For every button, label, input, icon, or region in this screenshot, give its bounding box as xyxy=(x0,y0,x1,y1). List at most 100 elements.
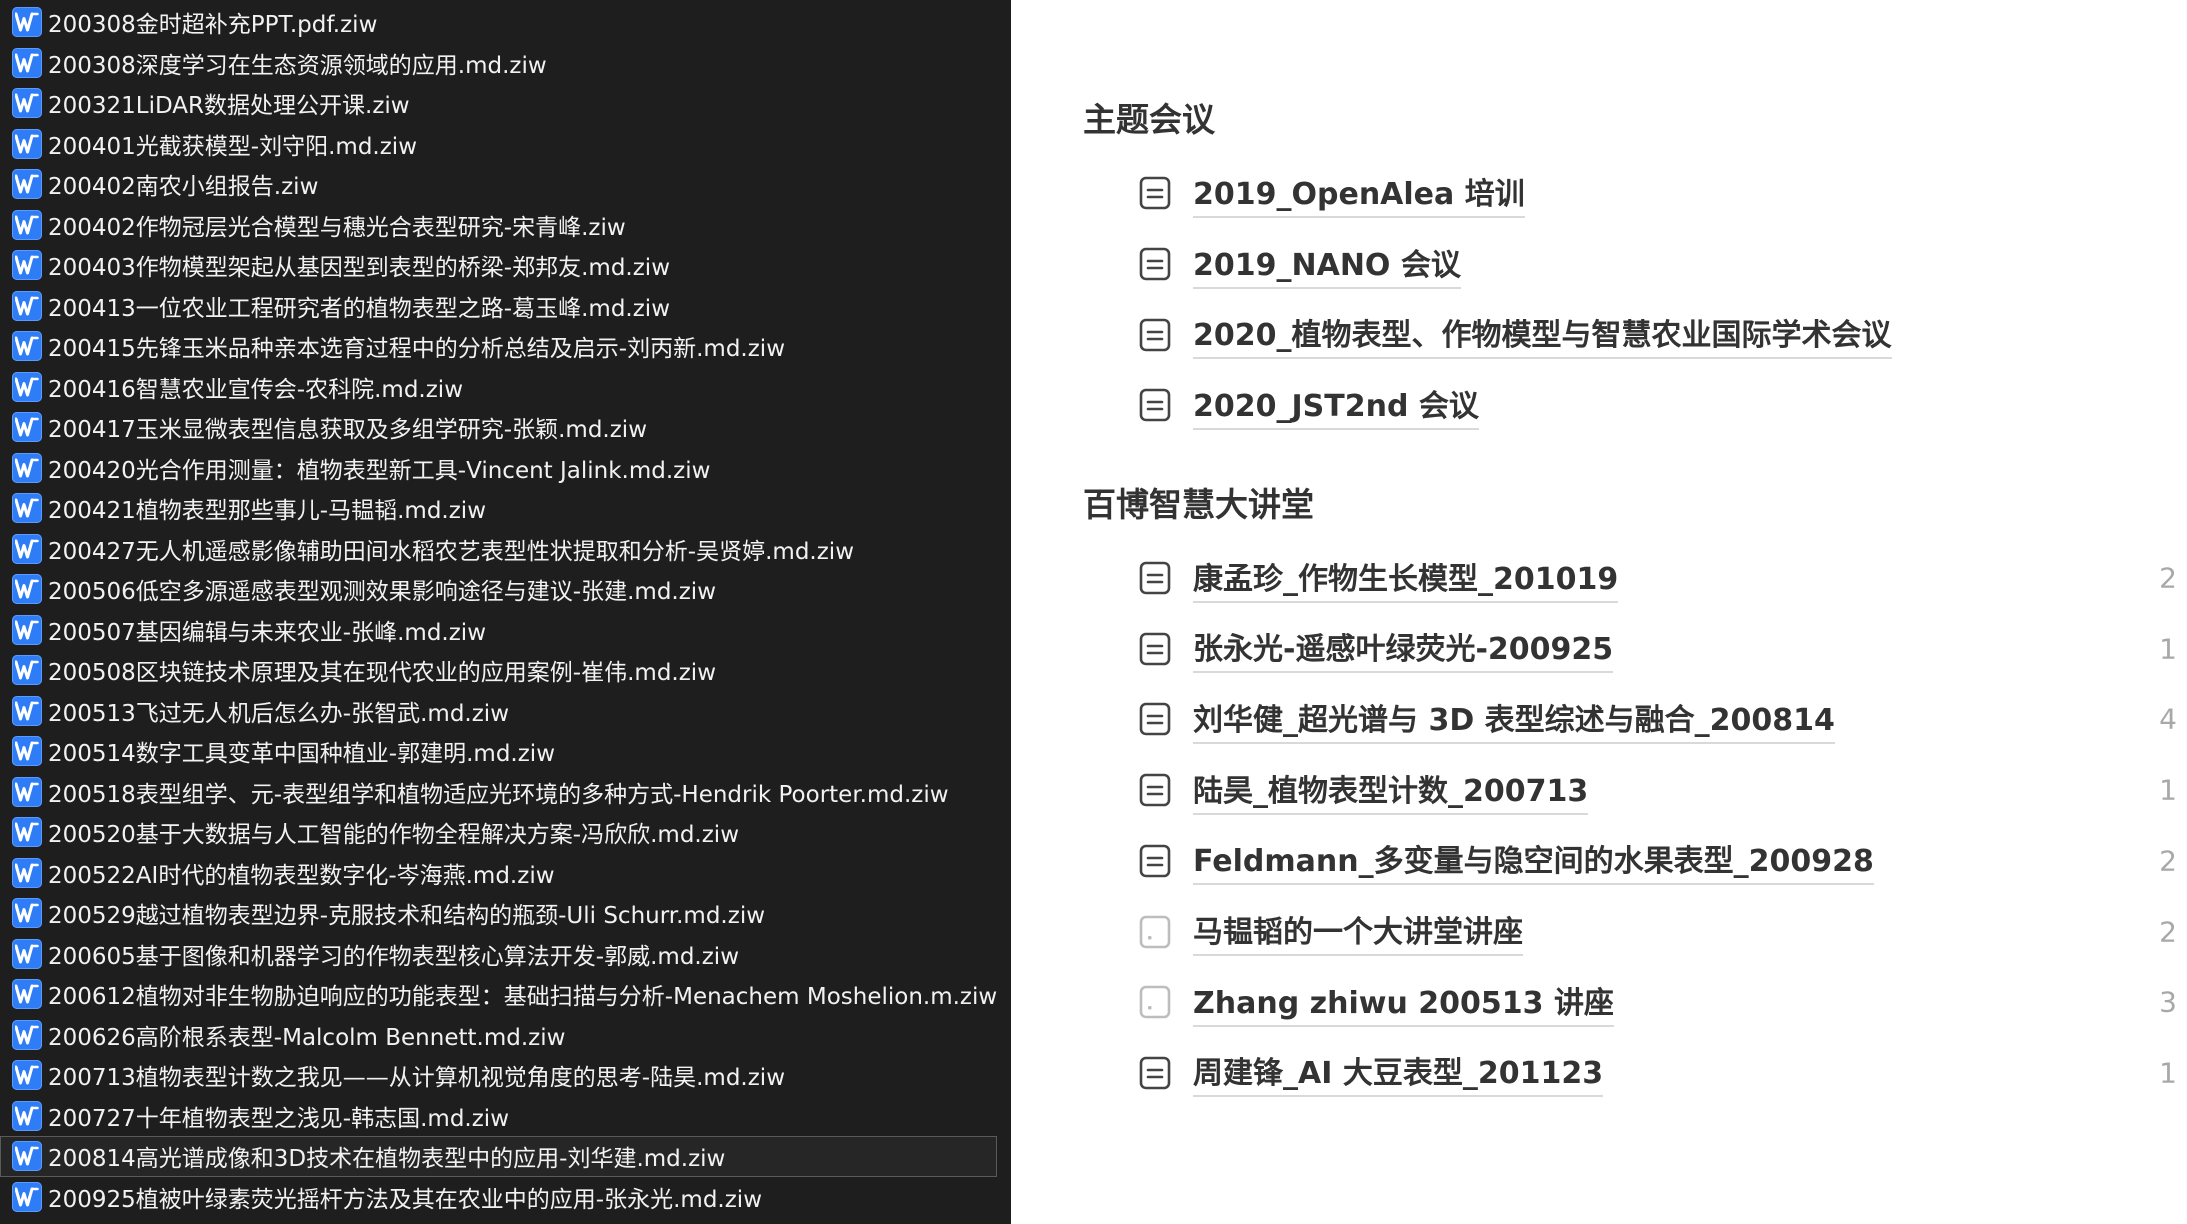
note-link[interactable]: 2020_JST2nd 会议 xyxy=(1193,381,1479,430)
file-list-item[interactable]: 200626高阶根系表型-Malcolm Bennett.md.ziw xyxy=(0,1015,997,1056)
file-list-item[interactable]: 200421植物表型那些事儿-马韫韬.md.ziw xyxy=(0,488,997,529)
file-name: 200427无人机遥感影像辅助田间水稻农艺表型性状提取和分析-吴贤婷.md.zi… xyxy=(48,538,854,565)
file-list-item[interactable]: 200814高光谱成像和3D技术在植物表型中的应用-刘华建.md.ziw xyxy=(0,1136,997,1177)
note-link[interactable]: 马韫韬的一个大讲堂讲座 xyxy=(1193,907,1523,957)
file-name: 200925植被叶绿素荧光摇杆方法及其在农业中的应用-张永光.md.ziw xyxy=(48,1186,762,1213)
file-name: 200713植物表型计数之我见——从计算机视觉角度的思考-陆昊.md.ziw xyxy=(48,1065,785,1092)
note-link[interactable]: 周建锋_AI 大豆表型_201123 xyxy=(1193,1048,1604,1098)
note-list-item: 周建锋_AI 大豆表型_201123 1 xyxy=(1083,1038,2187,1109)
word-document-icon xyxy=(12,776,42,807)
file-list-item[interactable]: 200415先锋玉米品种亲本选育过程中的分析总结及启示-刘丙新.md.ziw xyxy=(0,326,997,367)
file-list-item[interactable]: 200713植物表型计数之我见——从计算机视觉角度的思考-陆昊.md.ziw xyxy=(0,1055,997,1096)
note-link[interactable]: 2019_NANO 会议 xyxy=(1193,240,1461,289)
note-link-list: 2019_OpenAlea 培训 2019_NANO 会议 2020_植物表型、作物… xyxy=(1083,158,2187,441)
file-list-item[interactable]: 200529越过植物表型边界-克服技术和结构的瓶颈-Uli Schurr.md.… xyxy=(0,893,997,934)
document-icon xyxy=(1139,773,1171,807)
file-list-item[interactable]: 200507基因编辑与未来农业-张峰.md.ziw xyxy=(0,610,997,651)
file-list-item[interactable]: 200416智慧农业宣传会-农科院.md.ziw xyxy=(0,367,997,408)
file-list-item[interactable]: 200401光截获模型-刘守阳.md.ziw xyxy=(0,124,997,165)
word-document-icon xyxy=(12,614,42,645)
word-document-icon xyxy=(12,898,42,929)
empty-document-icon xyxy=(1139,985,1171,1019)
file-name: 200507基因编辑与未来农业-张峰.md.ziw xyxy=(48,619,486,646)
word-document-icon xyxy=(12,169,42,200)
file-list-item[interactable]: 200925植被叶绿素荧光摇杆方法及其在农业中的应用-张永光.md.ziw xyxy=(0,1177,997,1218)
word-document-icon xyxy=(12,7,42,38)
file-list-item[interactable]: 200522AI时代的植物表型数字化-岑海燕.md.ziw xyxy=(0,853,997,894)
word-document-icon xyxy=(12,1141,42,1172)
word-document-icon xyxy=(12,452,42,483)
file-name: 200518表型组学、元-表型组学和植物适应光环境的多种方式-Hendrik P… xyxy=(48,781,949,808)
file-list-item[interactable]: 200413一位农业工程研究者的植物表型之路-葛玉峰.md.ziw xyxy=(0,286,997,327)
document-icon xyxy=(1139,632,1171,666)
note-link[interactable]: 康孟珍_作物生长模型_201019 xyxy=(1193,554,1619,603)
note-list-item: 康孟珍_作物生长模型_201019 2 xyxy=(1083,543,2187,614)
file-name: 200814高光谱成像和3D技术在植物表型中的应用-刘华建.md.ziw xyxy=(48,1146,726,1173)
file-name: 200522AI时代的植物表型数字化-岑海燕.md.ziw xyxy=(48,862,555,889)
file-list-item[interactable]: 200514数字工具变革中国种植业-郭建明.md.ziw xyxy=(0,731,997,772)
document-icon xyxy=(1139,247,1171,281)
file-name: 200401光截获模型-刘守阳.md.ziw xyxy=(48,133,417,160)
word-document-icon xyxy=(12,736,42,767)
document-icon xyxy=(1139,844,1171,878)
word-document-icon xyxy=(12,574,42,605)
note-link[interactable]: 刘华健_超光谱与 3D 表型综述与融合_200814 xyxy=(1193,695,1835,744)
backlink-count: 1 xyxy=(2159,632,2177,666)
file-list-item[interactable]: 200321LiDAR数据处理公开课.ziw xyxy=(0,83,997,124)
word-document-icon xyxy=(12,1100,42,1131)
word-document-icon xyxy=(12,1060,42,1091)
file-name: 200308金时超补充PPT.pdf.ziw xyxy=(48,12,378,39)
section-heading: 主题会议 xyxy=(1083,100,1215,139)
file-list-item[interactable]: 200506低空多源遥感表型观测效果影响途径与建议-张建.md.ziw xyxy=(0,569,997,610)
note-list-item: 2020_JST2nd 会议 xyxy=(1083,370,2187,441)
backlink-count: 2 xyxy=(2159,915,2177,949)
note-list-item: Zhang zhiwu 200513 讲座 3 xyxy=(1083,967,2187,1038)
document-icon xyxy=(1139,388,1171,422)
file-list-item[interactable]: 200402作物冠层光合模型与穗光合表型研究-宋青峰.ziw xyxy=(0,205,997,246)
note-link[interactable]: Zhang zhiwu 200513 讲座 xyxy=(1193,978,1614,1027)
file-name: 200514数字工具变革中国种植业-郭建明.md.ziw xyxy=(48,741,555,768)
file-list-item[interactable]: 200508区块链技术原理及其在现代农业的应用案例-崔伟.md.ziw xyxy=(0,650,997,691)
file-name: 200506低空多源遥感表型观测效果影响途径与建议-张建.md.ziw xyxy=(48,579,716,606)
file-list-item[interactable]: 200420光合作用测量：植物表型新工具-Vincent Jalink.md.z… xyxy=(0,448,997,489)
file-name: 200529越过植物表型边界-克服技术和结构的瓶颈-Uli Schurr.md.… xyxy=(48,903,766,930)
note-list-item: 马韫韬的一个大讲堂讲座 2 xyxy=(1083,896,2187,967)
file-list-item[interactable]: 200308深度学习在生态资源领域的应用.md.ziw xyxy=(0,43,997,84)
file-name: 200420光合作用测量：植物表型新工具-Vincent Jalink.md.z… xyxy=(48,457,711,484)
file-list-item[interactable]: 200520基于大数据与人工智能的作物全程解决方案-冯欣欣.md.ziw xyxy=(0,812,997,853)
file-list-item[interactable]: 200605基于图像和机器学习的作物表型核心算法开发-郭威.md.ziw xyxy=(0,934,997,975)
file-name: 200727十年植物表型之浅见-韩志国.md.ziw xyxy=(48,1105,509,1132)
note-link[interactable]: 张永光-遥感叶绿荧光-200925 xyxy=(1193,624,1614,674)
note-list-item: 张永光-遥感叶绿荧光-200925 1 xyxy=(1083,613,2187,684)
file-list-item[interactable]: 200612植物对非生物胁迫响应的功能表型：基础扫描与分析-Menachem M… xyxy=(0,974,997,1015)
note-link[interactable]: Feldmann_多变量与隐空间的水果表型_200928 xyxy=(1193,836,1874,886)
file-list-item[interactable]: 200403作物模型架起从基因型到表型的桥梁-郑邦友.md.ziw xyxy=(0,245,997,286)
file-name: 200416智慧农业宣传会-农科院.md.ziw xyxy=(48,376,463,403)
note-list-item: 2019_NANO 会议 xyxy=(1083,229,2187,300)
note-link[interactable]: 陆昊_植物表型计数_200713 xyxy=(1193,766,1589,815)
file-list-item[interactable]: 200308金时超补充PPT.pdf.ziw xyxy=(0,2,997,43)
word-document-icon xyxy=(12,493,42,524)
word-document-icon xyxy=(12,533,42,564)
file-list-item[interactable]: 200417玉米显微表型信息获取及多组学研究-张颖.md.ziw xyxy=(0,407,997,448)
file-name: 200513飞过无人机后怎么办-张智武.md.ziw xyxy=(48,700,509,727)
backlink-count: 3 xyxy=(2159,985,2177,1019)
file-list-item[interactable]: 200727十年植物表型之浅见-韩志国.md.ziw xyxy=(0,1096,997,1137)
word-document-icon xyxy=(12,250,42,281)
note-link[interactable]: 2019_OpenAlea 培训 xyxy=(1193,169,1525,218)
backlink-count: 4 xyxy=(2159,702,2177,736)
note-list-item: 2020_植物表型、作物模型与智慧农业国际学术会议 xyxy=(1083,299,2187,370)
document-icon xyxy=(1139,176,1171,210)
file-name: 200612植物对非生物胁迫响应的功能表型：基础扫描与分析-Menachem M… xyxy=(48,984,997,1011)
file-list-item[interactable]: 200402南农小组报告.ziw xyxy=(0,164,997,205)
word-document-icon xyxy=(12,1019,42,1050)
file-name: 200415先锋玉米品种亲本选育过程中的分析总结及启示-刘丙新.md.ziw xyxy=(48,336,785,363)
file-list-item[interactable]: 200427无人机遥感影像辅助田间水稻农艺表型性状提取和分析-吴贤婷.md.zi… xyxy=(0,529,997,570)
outline-section: 主题会议 2019_OpenAlea 培训 2019_NANO 会议 2020_植物表… xyxy=(1083,92,2187,441)
word-document-icon xyxy=(12,47,42,78)
file-list-item[interactable]: 200513飞过无人机后怎么办-张智武.md.ziw xyxy=(0,691,997,732)
document-icon xyxy=(1139,1056,1171,1090)
backlink-count: 2 xyxy=(2159,561,2177,595)
note-link[interactable]: 2020_植物表型、作物模型与智慧农业国际学术会议 xyxy=(1193,310,1892,360)
file-list-item[interactable]: 200518表型组学、元-表型组学和植物适应光环境的多种方式-Hendrik P… xyxy=(0,772,997,813)
